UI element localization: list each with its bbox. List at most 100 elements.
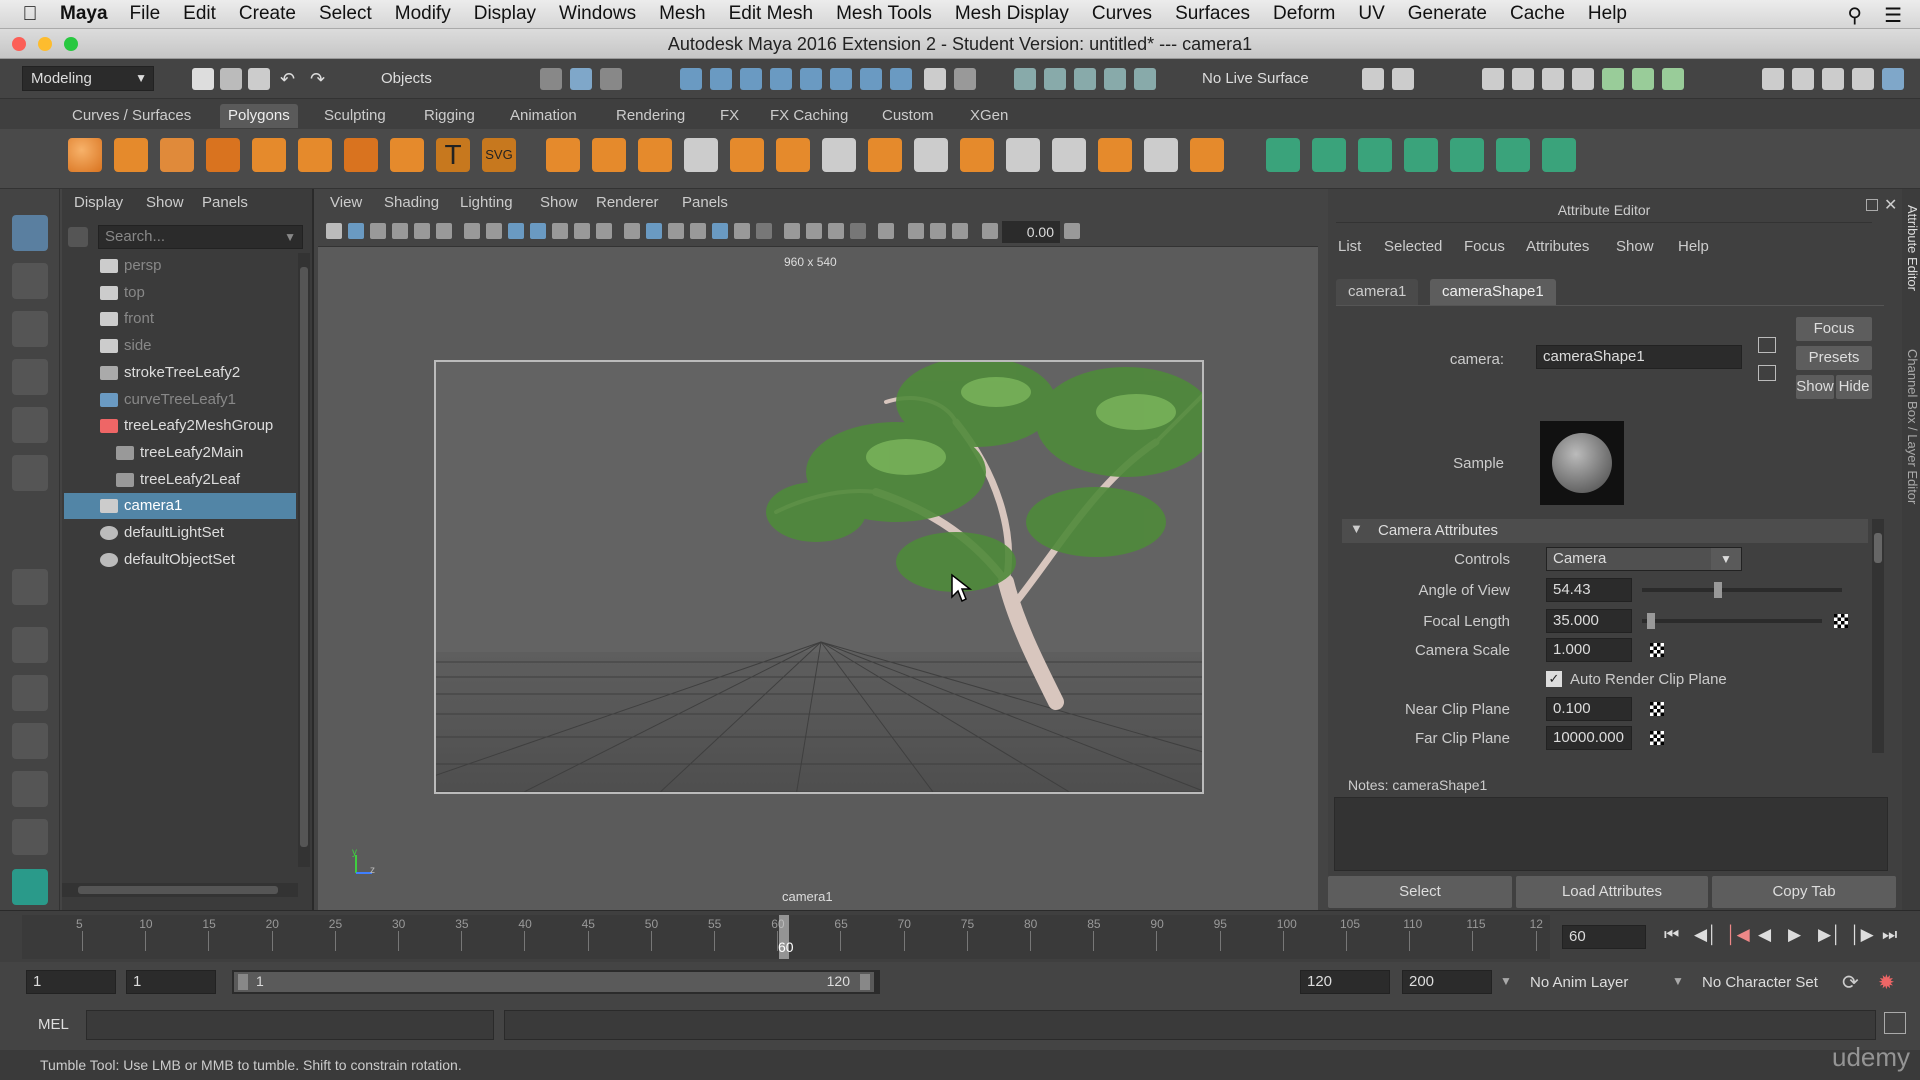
selection-mask-dropdown[interactable]: Objects: [372, 66, 502, 91]
menu-deform[interactable]: Deform: [1273, 3, 1335, 25]
uv-unfold-icon[interactable]: [1450, 138, 1484, 172]
layer-editor-toggle-icon[interactable]: [1882, 68, 1904, 90]
save-scene-icon[interactable]: [248, 68, 270, 90]
planar-uv-icon[interactable]: [1312, 138, 1346, 172]
camera-node-field[interactable]: cameraShape1: [1536, 345, 1742, 369]
menu-cache[interactable]: Cache: [1510, 3, 1565, 25]
xray-joints-icon[interactable]: [930, 223, 946, 239]
camera-attributes-icon[interactable]: [348, 223, 364, 239]
gamma-icon[interactable]: [1064, 223, 1080, 239]
multi-cut-icon[interactable]: [822, 138, 856, 172]
poly-plane-icon[interactable]: [252, 138, 286, 172]
go-to-start-icon[interactable]: ⏮: [1664, 925, 1679, 945]
select-object-icon[interactable]: [570, 68, 592, 90]
focal-length-field[interactable]: 35.000: [1546, 609, 1632, 633]
window-minimize-button[interactable]: [38, 37, 52, 51]
safe-title-icon[interactable]: [596, 223, 612, 239]
viewport-menu-show[interactable]: Show: [540, 189, 578, 217]
range-slider-bar-fill[interactable]: 1 120: [234, 972, 874, 992]
select-component-icon[interactable]: [600, 68, 622, 90]
render-frame-icon[interactable]: [1482, 68, 1504, 90]
exposure-value-field[interactable]: 0.00: [1002, 221, 1060, 243]
menu-windows[interactable]: Windows: [559, 3, 636, 25]
menu-uv[interactable]: UV: [1358, 3, 1384, 25]
hide-button[interactable]: Hide: [1836, 375, 1872, 399]
viewport-menu-view[interactable]: View: [330, 189, 362, 217]
outliner-item-treeLeafy2Main[interactable]: treeLeafy2Main: [64, 440, 296, 466]
load-attributes-button[interactable]: Load Attributes: [1516, 876, 1708, 908]
go-to-end-icon[interactable]: ⏭: [1882, 925, 1897, 945]
outliner-hscroll-thumb[interactable]: [78, 886, 278, 894]
anti-aliasing-icon[interactable]: [828, 223, 844, 239]
presets-button[interactable]: Presets: [1796, 346, 1872, 370]
isolate-select-icon[interactable]: [878, 223, 894, 239]
textured-icon[interactable]: [712, 223, 728, 239]
ae-scrollbar[interactable]: [1872, 519, 1884, 753]
scale-tool-icon[interactable]: [12, 455, 48, 491]
step-forward-frame-icon[interactable]: │▶: [1850, 925, 1874, 945]
float-panel-icon[interactable]: [1866, 199, 1878, 211]
sculpt-icon[interactable]: [1104, 68, 1126, 90]
playback-start-field[interactable]: 1: [126, 970, 216, 994]
shelf-tab-fx[interactable]: FX: [712, 104, 747, 128]
viewport-menu-renderer[interactable]: Renderer: [596, 189, 659, 217]
apple-icon[interactable]: : [0, 3, 60, 26]
graph-layout-icon[interactable]: [12, 771, 48, 807]
menu-create[interactable]: Create: [239, 3, 296, 25]
viewport-menu-shading[interactable]: Shading: [384, 189, 439, 217]
lasso-icon[interactable]: [1134, 68, 1156, 90]
outliner-vertical-scrollbar[interactable]: [298, 253, 310, 867]
show-button[interactable]: Show: [1796, 375, 1834, 399]
tool-settings-icon[interactable]: [1822, 68, 1844, 90]
angle-of-view-slider[interactable]: [1642, 582, 1842, 598]
angle-of-view-slider-handle[interactable]: [1714, 582, 1722, 598]
render-view-icon[interactable]: [1362, 68, 1384, 90]
near-clip-field[interactable]: 0.100: [1546, 697, 1632, 721]
modeling-toolkit-icon[interactable]: [1662, 68, 1684, 90]
exposure-icon[interactable]: [982, 223, 998, 239]
quad-draw-icon[interactable]: [1144, 138, 1178, 172]
make-live-icon[interactable]: [1074, 68, 1096, 90]
ipr-icon[interactable]: [1392, 68, 1414, 90]
camera-scale-field[interactable]: 1.000: [1546, 638, 1632, 662]
go-to-input-icon[interactable]: [1758, 337, 1776, 353]
controls-dropdown[interactable]: Camera ▼: [1546, 547, 1742, 571]
attribute-editor-toggle-icon[interactable]: [1792, 68, 1814, 90]
outliner-search-input[interactable]: Search... ▼: [98, 225, 303, 249]
outliner-menu-display[interactable]: Display: [74, 189, 123, 217]
range-slider[interactable]: 1 120: [232, 970, 880, 994]
undo-icon[interactable]: ↶: [280, 68, 302, 90]
notes-textarea[interactable]: [1334, 797, 1888, 871]
ae-menu-focus[interactable]: Focus: [1464, 233, 1505, 261]
outliner-item-top[interactable]: top: [64, 280, 296, 306]
symmetry-icon[interactable]: [860, 68, 882, 90]
animation-start-field[interactable]: 1: [26, 970, 116, 994]
character-set-label[interactable]: No Character Set: [1702, 974, 1818, 991]
default-material-icon[interactable]: [668, 223, 684, 239]
animation-end-field[interactable]: 200: [1402, 970, 1492, 994]
construction-history-icon[interactable]: [1044, 68, 1066, 90]
snap-grid-icon[interactable]: [680, 68, 702, 90]
notification-list-icon[interactable]: ☰: [1884, 3, 1902, 28]
hypershade-layout-icon[interactable]: [12, 819, 48, 855]
step-back-frame-icon[interactable]: ◀│: [1694, 925, 1718, 945]
film-gate-icon[interactable]: [486, 223, 502, 239]
magnet-icon[interactable]: [954, 68, 976, 90]
range-end-handle[interactable]: [860, 974, 870, 990]
select-hierarchy-icon[interactable]: [540, 68, 562, 90]
go-to-output-icon[interactable]: [1758, 365, 1776, 381]
ae-menu-attributes[interactable]: Attributes: [1526, 233, 1589, 261]
step-forward-key-icon[interactable]: ▶│: [1818, 925, 1842, 945]
mel-label[interactable]: MEL: [38, 1016, 69, 1033]
lasso-tool-icon[interactable]: [12, 263, 48, 299]
window-close-button[interactable]: [12, 37, 26, 51]
poly-pipe-icon[interactable]: [390, 138, 424, 172]
menu-edit[interactable]: Edit: [183, 3, 216, 25]
outliner-item-camera1[interactable]: camera1: [64, 493, 296, 520]
camera-scale-map-icon[interactable]: [1650, 643, 1664, 657]
current-time-field[interactable]: 60: [1562, 925, 1646, 949]
step-back-key-icon[interactable]: │◀: [1726, 925, 1750, 945]
light-editor-icon[interactable]: [1602, 68, 1624, 90]
resolution-gate-icon[interactable]: [508, 223, 524, 239]
motion-blur-icon[interactable]: [806, 223, 822, 239]
